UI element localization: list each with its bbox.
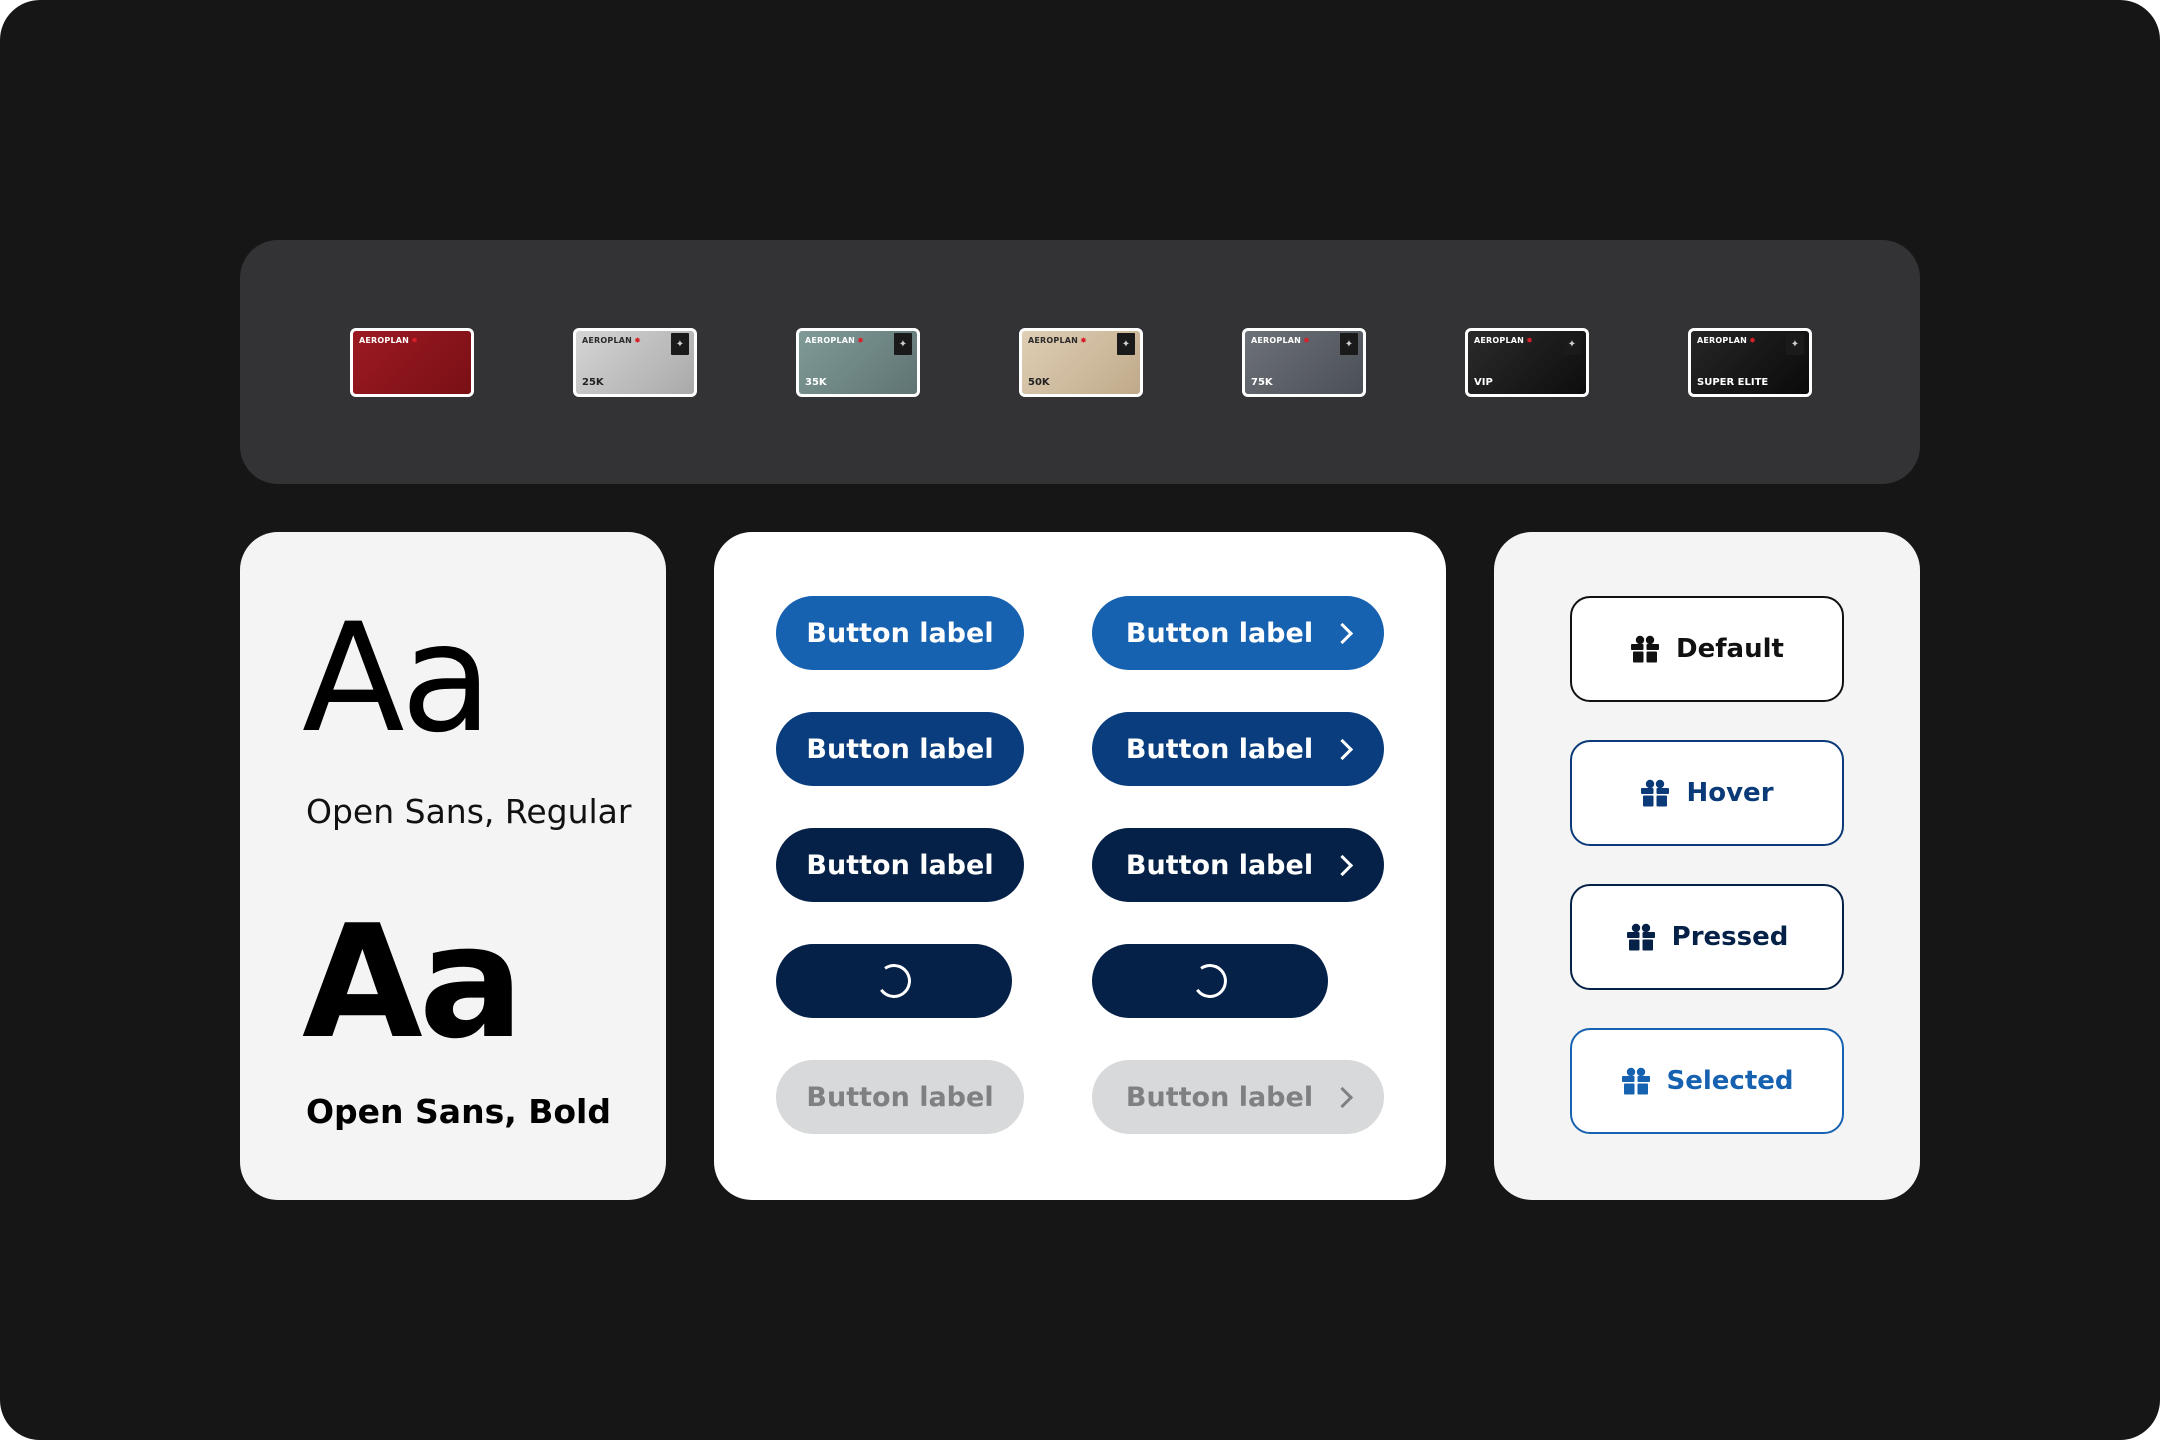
card-tier-label: VIP	[1474, 377, 1493, 388]
maple-leaf-icon: ✸	[1749, 336, 1756, 345]
card-tier-label: 50K	[1028, 377, 1050, 388]
state-button-hover[interactable]: Hover	[1570, 740, 1844, 846]
primary-button-hover-chevron[interactable]: Button label	[1092, 712, 1384, 786]
chevron-right-icon	[1331, 622, 1354, 645]
maple-leaf-icon: ✸	[1303, 336, 1310, 345]
card-tier-label: SUPER ELITE	[1697, 377, 1769, 388]
state-button-pressed[interactable]: Pressed	[1570, 884, 1844, 990]
chevron-right-icon	[1331, 1086, 1354, 1109]
card-brand: AEROPLAN ✸	[1251, 336, 1310, 345]
card-brand: AEROPLAN ✸	[805, 336, 864, 345]
star-alliance-badge-icon: ✦	[671, 333, 689, 355]
button-label: Button label	[1125, 617, 1314, 649]
primary-button-default[interactable]: Button label	[776, 596, 1024, 670]
star-alliance-badge-icon: ✦	[1786, 333, 1804, 355]
star-alliance-badge-icon: ✦	[1340, 333, 1358, 355]
tier-card: AEROPLAN ✸ ✦ 35K	[796, 328, 920, 397]
canvas: AEROPLAN ✸ AEROPLAN ✸ ✦ 25K AEROPLAN ✸ ✦ 35K AEROP…	[0, 0, 2160, 1440]
card-brand: AEROPLAN ✸	[1028, 336, 1087, 345]
button-states-panel: Default Hover Pressed Selected	[1494, 532, 1920, 1200]
loading-spinner-icon	[1190, 961, 1230, 1001]
state-label: Pressed	[1671, 922, 1789, 952]
primary-button-disabled-chevron: Button label	[1092, 1060, 1384, 1134]
maple-leaf-icon: ✸	[1080, 336, 1087, 345]
maple-leaf-icon: ✸	[411, 336, 418, 345]
card-brand: AEROPLAN ✸	[1697, 336, 1756, 345]
chevron-right-icon	[1331, 738, 1354, 761]
bold-type-sample: Aa	[302, 891, 524, 1073]
chevron-right-icon	[1331, 854, 1354, 877]
card-brand: AEROPLAN ✸	[1474, 336, 1533, 345]
gift-icon	[1640, 779, 1670, 807]
tier-card: AEROPLAN ✸ ✦ SUPER ELITE	[1688, 328, 1812, 397]
primary-button-pressed[interactable]: Button label	[776, 828, 1024, 902]
button-label: Button label	[1125, 1081, 1314, 1113]
tier-card: AEROPLAN ✸	[350, 328, 474, 397]
bold-type-label: Open Sans, Bold	[306, 1092, 611, 1131]
state-label: Selected	[1666, 1066, 1794, 1096]
maple-leaf-icon: ✸	[1526, 336, 1533, 345]
regular-type-sample: Aa	[302, 592, 493, 766]
tier-card: AEROPLAN ✸ ✦ VIP	[1465, 328, 1589, 397]
regular-type-label: Open Sans, Regular	[306, 792, 632, 831]
maple-leaf-icon: ✸	[857, 336, 864, 345]
tier-card: AEROPLAN ✸ ✦ 25K	[573, 328, 697, 397]
state-button-default[interactable]: Default	[1570, 596, 1844, 702]
button-label: Button label	[1125, 849, 1314, 881]
card-tier-label: 25K	[582, 377, 604, 388]
card-brand: AEROPLAN ✸	[359, 336, 418, 345]
loading-spinner-icon	[874, 961, 914, 1001]
button-label: Button label	[806, 617, 994, 649]
card-tier-label: 35K	[805, 377, 827, 388]
gift-icon	[1621, 1067, 1651, 1095]
primary-button-default-chevron[interactable]: Button label	[1092, 596, 1384, 670]
tier-cards-panel: AEROPLAN ✸ AEROPLAN ✸ ✦ 25K AEROPLAN ✸ ✦ 35K AEROP…	[240, 240, 1920, 484]
button-label: Button label	[806, 733, 994, 765]
button-label: Button label	[806, 849, 994, 881]
primary-button-disabled: Button label	[776, 1060, 1024, 1134]
state-label: Default	[1676, 634, 1784, 664]
primary-button-pressed-chevron[interactable]: Button label	[1092, 828, 1384, 902]
button-label: Button label	[1125, 733, 1314, 765]
primary-button-loading-chevron[interactable]	[1092, 944, 1328, 1018]
state-label: Hover	[1686, 778, 1774, 808]
card-brand: AEROPLAN ✸	[582, 336, 641, 345]
buttons-panel: Button label Button label Button label B…	[714, 532, 1446, 1200]
card-tier-label: 75K	[1251, 377, 1273, 388]
star-alliance-badge-icon: ✦	[1117, 333, 1135, 355]
typography-panel: Aa Open Sans, Regular Aa Open Sans, Bold	[240, 532, 666, 1200]
tier-card: AEROPLAN ✸ ✦ 50K	[1019, 328, 1143, 397]
gift-icon	[1630, 635, 1660, 663]
primary-button-hover[interactable]: Button label	[776, 712, 1024, 786]
maple-leaf-icon: ✸	[634, 336, 641, 345]
button-label: Button label	[806, 1081, 994, 1113]
gift-icon	[1626, 923, 1656, 951]
state-button-selected[interactable]: Selected	[1570, 1028, 1844, 1134]
tier-card: AEROPLAN ✸ ✦ 75K	[1242, 328, 1366, 397]
star-alliance-badge-icon: ✦	[894, 333, 912, 355]
primary-button-loading[interactable]	[776, 944, 1012, 1018]
star-alliance-badge-icon: ✦	[1563, 333, 1581, 355]
